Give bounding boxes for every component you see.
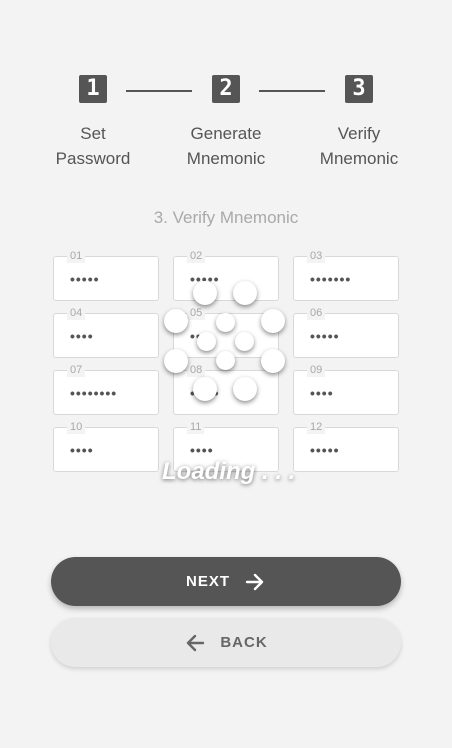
loading-text: Loading . . . (162, 458, 296, 485)
field-label: 05 (187, 306, 206, 320)
spinner-dot (216, 313, 235, 332)
spinner-dot (193, 281, 217, 305)
field-label: 08 (187, 363, 206, 377)
next-button-label: NEXT (185, 573, 230, 590)
mnemonic-field-08[interactable]: 08 ••••• (173, 363, 279, 415)
step-number-1: 1 (79, 75, 107, 103)
field-value: ••••• (70, 271, 100, 287)
step-label-line: Set (80, 124, 106, 143)
spinner-dot (164, 309, 188, 333)
mnemonic-field-03[interactable]: 03 ••••••• (293, 249, 399, 301)
field-value: •••• (310, 385, 334, 401)
mnemonic-field-09[interactable]: 09 •••• (293, 363, 399, 415)
step-label-line: Verify (337, 124, 381, 143)
field-label: 03 (307, 249, 326, 263)
spinner-dot (216, 351, 235, 370)
field-label: 06 (307, 306, 326, 320)
step-label-line: Mnemonic (319, 149, 399, 168)
step-label-1: Set Password (33, 121, 153, 171)
step-number-2: 2 (212, 75, 240, 103)
field-label: 04 (67, 306, 86, 320)
section-title: 3. Verify Mnemonic (153, 208, 299, 227)
mnemonic-field-04[interactable]: 04 •••• (53, 306, 159, 358)
step-label-line: Password (55, 149, 131, 168)
stepper: 1 2 3 Set Password Generate Mnemonic Ver… (0, 0, 452, 180)
spinner-dot (197, 332, 216, 351)
mnemonic-field-02[interactable]: 02 ••••• (173, 249, 279, 301)
step-number-3: 3 (345, 75, 373, 103)
arrow-right-icon (244, 571, 266, 593)
spinner-dot (233, 281, 257, 305)
field-label: 01 (67, 249, 86, 263)
mnemonic-field-06[interactable]: 06 ••••• (293, 306, 399, 358)
field-value: •••• (70, 328, 94, 344)
spinner-dot (164, 349, 188, 373)
field-value: •••• (70, 442, 94, 458)
field-value: •••••••• (70, 385, 118, 401)
spinner-dot (235, 332, 254, 351)
step-label-line: Mnemonic (186, 149, 266, 168)
mnemonic-field-01[interactable]: 01 ••••• (53, 249, 159, 301)
field-value: ••••• (310, 442, 340, 458)
field-label: 07 (67, 363, 86, 377)
spinner-dot (261, 309, 285, 333)
field-label: 12 (307, 420, 326, 434)
spinner-dot (233, 377, 257, 401)
step-label-2: Generate Mnemonic (166, 121, 286, 171)
back-button[interactable]: BACK (51, 618, 401, 667)
step-label-3: Verify Mnemonic (299, 121, 419, 171)
field-label: 09 (307, 363, 326, 377)
mnemonic-field-07[interactable]: 07 •••••••• (53, 363, 159, 415)
back-button-label: BACK (220, 634, 268, 651)
spinner-dot (261, 349, 285, 373)
mnemonic-field-12[interactable]: 12 ••••• (293, 420, 399, 472)
field-value: •••• (190, 442, 214, 458)
field-value: ••••• (310, 328, 340, 344)
field-label: 10 (67, 420, 86, 434)
next-button[interactable]: NEXT (51, 557, 401, 606)
step-connector (259, 90, 325, 92)
field-label: 11 (187, 420, 205, 434)
step-label-line: Generate (190, 124, 262, 143)
field-value: ••••••• (310, 271, 352, 287)
step-connector (126, 90, 192, 92)
arrow-left-icon (184, 632, 206, 654)
spinner-dot (193, 377, 217, 401)
field-label: 02 (187, 249, 206, 263)
mnemonic-field-10[interactable]: 10 •••• (53, 420, 159, 472)
